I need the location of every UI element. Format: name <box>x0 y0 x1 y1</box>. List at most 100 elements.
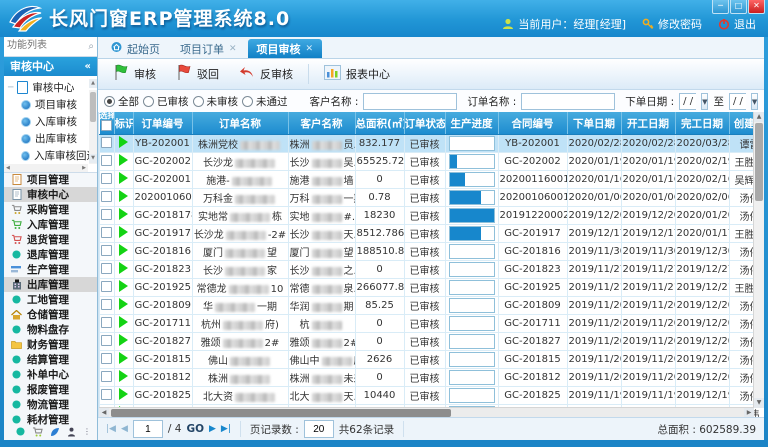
column-header-完工日期[interactable]: 完工日期 <box>675 112 729 135</box>
chevron-down-icon[interactable]: ▼ <box>701 93 708 110</box>
column-header-总面积(㎡)[interactable]: 总面积(㎡) <box>355 112 404 135</box>
person-icon[interactable] <box>67 427 76 437</box>
tab-起始页[interactable]: 起始页 <box>102 39 169 58</box>
tree-vertical-scrollbar[interactable] <box>89 90 97 164</box>
row-checkbox[interactable] <box>101 191 112 202</box>
sidebar-module-入库管理[interactable]: 入库管理 <box>4 217 97 232</box>
prev-page-icon[interactable]: ◀ <box>121 424 128 434</box>
column-header-订单编号[interactable]: 订单编号 <box>133 112 192 135</box>
close-button[interactable]: ✕ <box>748 0 765 14</box>
sidebar-panel-header[interactable]: 审核中心 « <box>4 57 97 76</box>
table-row[interactable]: GC-201925常德龙10常德泉...266077.835..已审核GC-20… <box>100 279 765 297</box>
function-list-search-input[interactable] <box>4 37 84 54</box>
sidebar-module-物料盘存[interactable]: 物料盘存 <box>4 322 97 337</box>
row-checkbox[interactable] <box>101 155 112 166</box>
row-checkbox[interactable] <box>101 281 112 292</box>
row-checkbox[interactable] <box>101 245 112 256</box>
toolbar-button-报表中心[interactable]: 报表中心 <box>315 62 399 86</box>
row-checkbox[interactable] <box>101 389 112 400</box>
table-row[interactable]: GC-201815佛山佛山中库2626已审核GC-2018152019/11/2… <box>100 351 765 369</box>
sidebar-module-审核中心[interactable]: 审核中心 <box>4 187 97 202</box>
toolbar-button-反审核[interactable]: 反审核 <box>230 63 302 86</box>
table-row[interactable]: GC-202001施港-施港墙0已审核202001160012020/01/16… <box>100 171 765 189</box>
chevron-down-icon[interactable]: ▼ <box>751 93 758 110</box>
column-header-客户名称[interactable]: 客户名称 <box>288 112 355 135</box>
column-header-订单名称[interactable]: 订单名称 <box>192 112 288 135</box>
scroll-down-icon[interactable]: ▼ <box>89 154 97 163</box>
row-checkbox[interactable] <box>101 371 112 382</box>
table-row[interactable]: YB-202001株洲党校株洲员...832.177已审核YB-20200120… <box>100 135 765 153</box>
row-checkbox[interactable] <box>101 317 112 328</box>
minimize-button[interactable]: ─ <box>712 0 729 14</box>
column-header-标识[interactable]: 标识 <box>114 112 133 135</box>
tree-item[interactable]: 出库审核 <box>8 130 97 147</box>
tree-item[interactable]: 入库审核 <box>8 113 97 130</box>
radio-已审核[interactable]: 已审核 <box>143 94 189 109</box>
toolbar-button-驳回[interactable]: 驳回 <box>167 61 228 87</box>
table-row[interactable]: GC-201809华一期华润期85.25已审核GC-2018092019/11/… <box>100 297 765 315</box>
table-row[interactable]: GC-201812株洲株洲未来0已审核GC-2018122019/11/2020… <box>100 369 765 387</box>
overflow-icon[interactable]: ⋮ <box>83 427 91 436</box>
row-checkbox[interactable] <box>101 137 112 148</box>
sidebar-module-采购管理[interactable]: 采购管理 <box>4 202 97 217</box>
scroll-up-icon[interactable]: ▲ <box>89 79 97 88</box>
row-checkbox[interactable] <box>101 227 112 238</box>
sidebar-module-报废管理[interactable]: 报废管理 <box>4 382 97 397</box>
order-name-input[interactable] <box>521 93 615 110</box>
table-row[interactable]: GC-201816厦门望厦门望188510.818已审核GC-201816201… <box>100 243 765 261</box>
column-header-开工日期[interactable]: 开工日期 <box>621 112 675 135</box>
sidebar-module-结算管理[interactable]: 结算管理 <box>4 352 97 367</box>
customer-name-input[interactable] <box>363 93 457 110</box>
tab-项目审核[interactable]: 项目审核✕ <box>248 39 323 58</box>
order-date-from-input[interactable]: / / <box>679 93 696 110</box>
tree-root[interactable]: ─ 审核中心 <box>8 79 97 96</box>
tree-horizontal-scrollbar[interactable]: ◀▶ <box>4 164 88 172</box>
sidebar-module-仓储管理[interactable]: 仓储管理 <box>4 307 97 322</box>
row-checkbox[interactable] <box>101 173 112 184</box>
row-checkbox[interactable] <box>101 263 112 274</box>
sidebar-module-退货管理[interactable]: 退货管理 <box>4 232 97 247</box>
row-checkbox[interactable] <box>101 299 112 310</box>
sidebar-module-物流管理[interactable]: 物流管理 <box>4 397 97 412</box>
select-all-checkbox[interactable] <box>101 120 112 131</box>
radio-未审核[interactable]: 未审核 <box>193 94 239 109</box>
row-checkbox[interactable] <box>101 335 112 346</box>
close-tab-icon[interactable]: ✕ <box>306 44 314 54</box>
grid-vertical-scrollbar[interactable]: ▲ ▼ <box>753 112 764 408</box>
toolbar-button-审核[interactable]: 审核 <box>104 61 165 87</box>
maximize-button[interactable]: □ <box>730 0 747 14</box>
first-page-icon[interactable]: |◀ <box>106 424 116 434</box>
sidebar-module-项目管理[interactable]: 项目管理 <box>4 172 97 187</box>
table-row[interactable]: GC-202002长沙龙长沙吴...65525.7200..已审核GC-2020… <box>100 153 765 171</box>
last-page-icon[interactable]: ▶| <box>221 424 231 434</box>
go-button[interactable]: GO <box>186 423 204 435</box>
change-password-button[interactable]: 修改密码 <box>642 16 702 32</box>
column-header-合同编号[interactable]: 合同编号 <box>498 112 567 135</box>
table-row[interactable]: 20200106001万科金万科一期0.78已审核202001060012020… <box>100 189 765 207</box>
close-tab-icon[interactable]: ✕ <box>229 44 237 54</box>
column-header-生产进度[interactable]: 生产进度 <box>445 112 498 135</box>
leaf-icon[interactable] <box>50 427 60 437</box>
radio-全部[interactable]: 全部 <box>104 94 139 109</box>
table-row[interactable]: GC-2018178实地常栋实地#...18230已审核201912200022… <box>100 207 765 225</box>
scroll-up-icon[interactable]: ▲ <box>754 112 764 122</box>
table-row[interactable]: GC-201711杭州府)杭0已审核GC-2017112019/11/20201… <box>100 315 765 333</box>
scroll-down-icon[interactable]: ▼ <box>754 398 764 408</box>
sidebar-module-财务管理[interactable]: 财务管理 <box>4 337 97 352</box>
sidebar-module-补单中心[interactable]: 补单中心 <box>4 367 97 382</box>
page-number-input[interactable] <box>133 420 163 438</box>
dot-icon[interactable] <box>16 427 25 436</box>
table-row[interactable]: GC-201917长沙龙-2#长沙天...8512.78600..已审核GC-2… <box>100 225 765 243</box>
collapse-icon[interactable]: « <box>85 57 91 76</box>
sidebar-module-出库管理[interactable]: 出库管理 <box>4 277 97 292</box>
logout-button[interactable]: 退出 <box>718 16 756 32</box>
column-header-选择[interactable]: 选择 <box>100 112 115 135</box>
tree-item[interactable]: 入库审核回退 <box>8 147 97 164</box>
sidebar-module-退库管理[interactable]: 退库管理 <box>4 247 97 262</box>
table-row[interactable]: GC-201825北大资北大天...10440已审核GC-2018252019/… <box>100 387 765 405</box>
cart-icon[interactable] <box>32 427 43 437</box>
sidebar-module-生产管理[interactable]: 生产管理 <box>4 262 97 277</box>
tree-item[interactable]: 项目审核 <box>8 96 97 113</box>
next-page-icon[interactable]: ▶ <box>209 424 216 434</box>
sidebar-module-工地管理[interactable]: 工地管理 <box>4 292 97 307</box>
